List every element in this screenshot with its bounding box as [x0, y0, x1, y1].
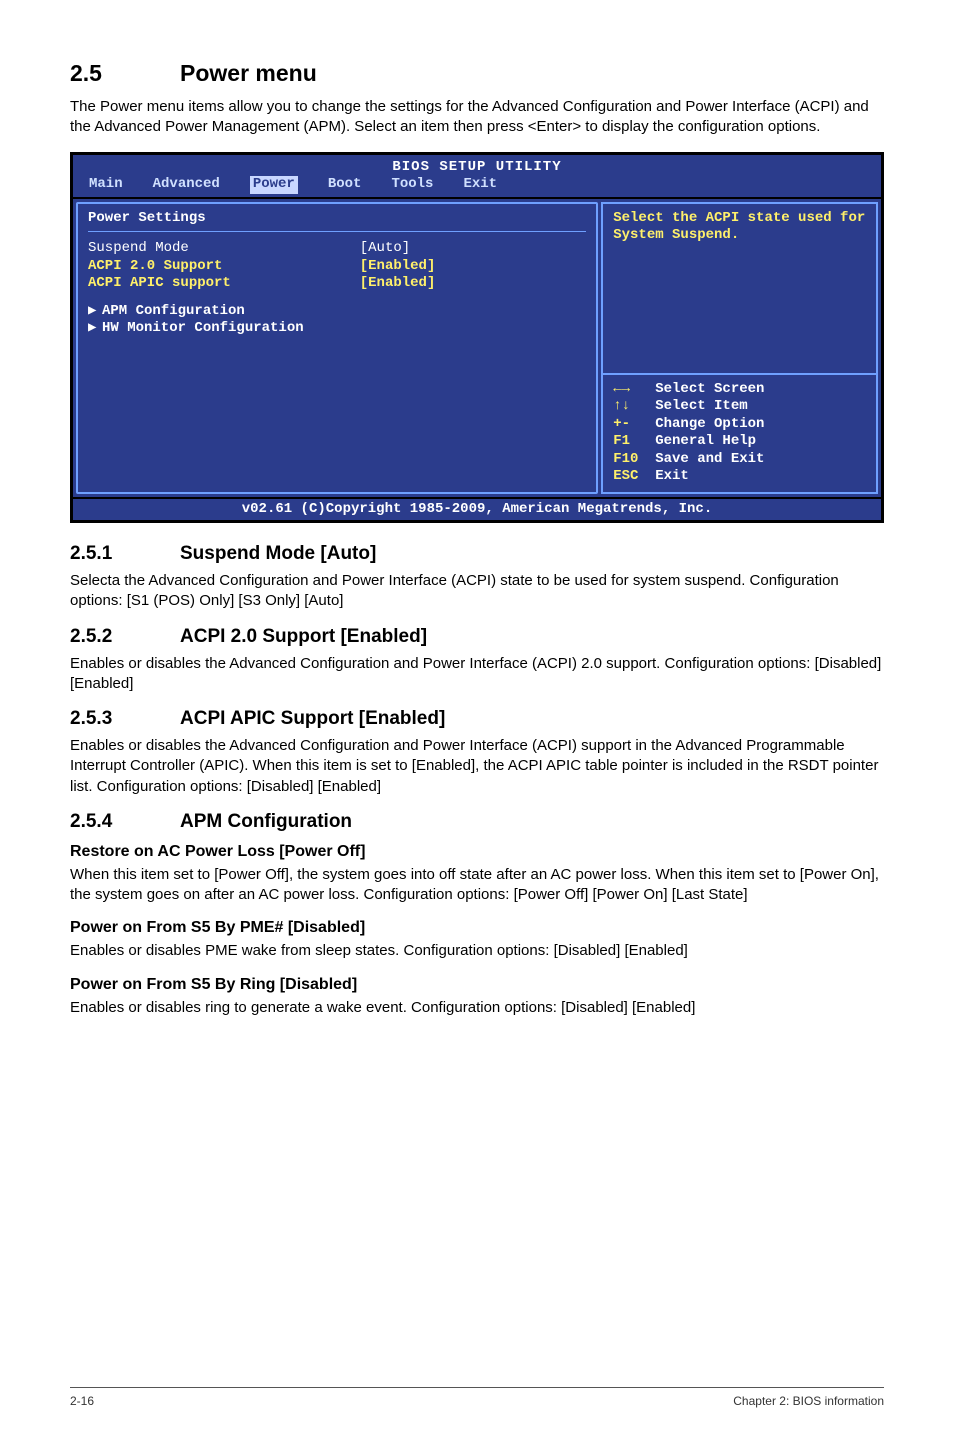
bios-submenu-apm[interactable]: ▶APM Configuration	[88, 303, 586, 321]
bios-key-legend: ←→ Select Screen ↑↓ Select Item +- Change O…	[601, 375, 878, 494]
bios-item-suspend-mode[interactable]: Suspend Mode [Auto]	[88, 240, 586, 258]
item-heading: Restore on AC Power Loss [Power Off]	[70, 843, 884, 861]
bios-item-label: ACPI APIC support	[88, 275, 360, 293]
bios-item-label: ACPI 2.0 Support	[88, 258, 360, 276]
item-heading: Power on From S5 By PME# [Disabled]	[70, 919, 884, 937]
key-icon: ESC	[613, 468, 649, 486]
key-row: ESC Exit	[613, 468, 866, 486]
bios-tab-tools[interactable]: Tools	[391, 176, 433, 194]
spacer	[88, 293, 586, 303]
key-icon: +-	[613, 416, 649, 434]
subsection-number: 2.5.3	[70, 708, 180, 730]
key-desc: General Help	[655, 433, 756, 451]
bios-panel-title: Power Settings	[88, 210, 586, 228]
key-desc: Exit	[655, 468, 689, 486]
bios-screenshot: BIOS SETUP UTILITY Main Advanced Power B…	[70, 152, 884, 524]
key-icon: F10	[613, 451, 649, 469]
divider	[88, 231, 586, 232]
subsection-number: 2.5.2	[70, 626, 180, 648]
bios-submenu-label: HW Monitor Configuration	[102, 320, 304, 336]
bios-left-panel: Power Settings Suspend Mode [Auto] ACPI …	[76, 202, 598, 494]
key-row: F10 Save and Exit	[613, 451, 866, 469]
subsection-title: APM Configuration	[180, 811, 352, 832]
subsection-number: 2.5.1	[70, 543, 180, 565]
section-number: 2.5	[70, 60, 180, 87]
section-heading: 2.5Power menu	[70, 60, 884, 87]
key-row: F1 General Help	[613, 433, 866, 451]
bios-submenu-hwmonitor[interactable]: ▶HW Monitor Configuration	[88, 320, 586, 338]
subsection-heading: 2.5.1Suspend Mode [Auto]	[70, 543, 884, 565]
bios-item-acpi-apic[interactable]: ACPI APIC support [Enabled]	[88, 275, 586, 293]
bios-submenu-label: APM Configuration	[102, 303, 245, 319]
bios-footer: v02.61 (C)Copyright 1985-2009, American …	[73, 497, 881, 521]
page-footer: 2-16 Chapter 2: BIOS information	[70, 1387, 884, 1408]
item-body: When this item set to [Power Off], the s…	[70, 865, 884, 906]
subsection-title: Suspend Mode [Auto]	[180, 543, 376, 564]
bios-header: BIOS SETUP UTILITY Main Advanced Power B…	[73, 155, 881, 197]
key-row: +- Change Option	[613, 416, 866, 434]
key-icon: ↑↓	[613, 398, 649, 416]
bios-tab-boot[interactable]: Boot	[328, 176, 362, 194]
key-icon: ←→	[613, 381, 649, 399]
subsection-number: 2.5.4	[70, 811, 180, 833]
subsection-body: Enables or disables the Advanced Configu…	[70, 654, 884, 695]
subsection-heading: 2.5.2ACPI 2.0 Support [Enabled]	[70, 626, 884, 648]
triangle-right-icon: ▶	[88, 303, 102, 321]
key-row: ←→ Select Screen	[613, 381, 866, 399]
bios-body: Power Settings Suspend Mode [Auto] ACPI …	[73, 197, 881, 497]
bios-item-label: Suspend Mode	[88, 240, 360, 258]
bios-title: BIOS SETUP UTILITY	[79, 159, 875, 177]
key-desc: Select Screen	[655, 381, 764, 399]
subsection-heading: 2.5.3ACPI APIC Support [Enabled]	[70, 708, 884, 730]
intro-paragraph: The Power menu items allow you to change…	[70, 97, 884, 138]
subsection-body: Enables or disables the Advanced Configu…	[70, 736, 884, 797]
key-desc: Save and Exit	[655, 451, 764, 469]
chapter-label: Chapter 2: BIOS information	[733, 1394, 884, 1408]
bios-item-acpi20[interactable]: ACPI 2.0 Support [Enabled]	[88, 258, 586, 276]
key-row: ↑↓ Select Item	[613, 398, 866, 416]
bios-tab-main[interactable]: Main	[89, 176, 123, 194]
subsection-heading: 2.5.4APM Configuration	[70, 811, 884, 833]
bios-item-value: [Enabled]	[360, 258, 586, 276]
key-desc: Select Item	[655, 398, 747, 416]
key-desc: Change Option	[655, 416, 764, 434]
subsection-title: ACPI 2.0 Support [Enabled]	[180, 626, 427, 647]
bios-tab-exit[interactable]: Exit	[463, 176, 497, 194]
bios-tab-advanced[interactable]: Advanced	[153, 176, 220, 194]
triangle-right-icon: ▶	[88, 320, 102, 338]
subsection-body: Selecta the Advanced Configuration and P…	[70, 571, 884, 612]
item-body: Enables or disables PME wake from sleep …	[70, 941, 884, 961]
bios-tabs: Main Advanced Power Boot Tools Exit	[79, 176, 875, 194]
bios-item-value: [Enabled]	[360, 275, 586, 293]
bios-right-panel: Select the ACPI state used for System Su…	[601, 202, 878, 494]
page-number: 2-16	[70, 1394, 94, 1408]
section-title-text: Power menu	[180, 60, 317, 86]
subsection-title: ACPI APIC Support [Enabled]	[180, 708, 445, 729]
bios-tab-power[interactable]: Power	[250, 176, 298, 194]
bios-item-value: [Auto]	[360, 240, 586, 258]
bios-help-text: Select the ACPI state used for System Su…	[601, 202, 878, 375]
item-heading: Power on From S5 By Ring [Disabled]	[70, 976, 884, 994]
key-icon: F1	[613, 433, 649, 451]
item-body: Enables or disables ring to generate a w…	[70, 998, 884, 1018]
